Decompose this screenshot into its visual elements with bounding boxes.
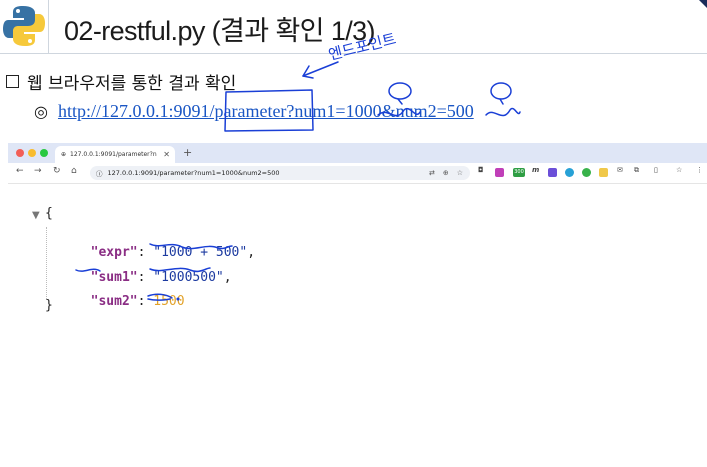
translate-icon[interactable]: ⇄ (429, 169, 435, 177)
home-icon[interactable]: ⌂ (71, 166, 77, 176)
camera-extension-icon[interactable]: ◘ (478, 166, 484, 174)
globe-icon: ⊕ (61, 151, 67, 158)
ink-arrow-line (302, 61, 339, 77)
zoom-icon[interactable]: ⊕ (443, 169, 449, 177)
address-text: 127.0.0.1:9091/parameter?num1=1000&num2=… (107, 169, 280, 177)
bullet-item-2: ◎ http://127.0.0.1:9091/parameter?num1=1… (34, 101, 474, 122)
menu-icon[interactable]: ⋮ (696, 166, 703, 174)
extension-badge[interactable]: 300 (513, 168, 525, 177)
ink-arrow-head (302, 65, 314, 79)
slide-title: 02-restful.py (결과 확인 1/3) (64, 16, 376, 46)
bookmark-icon[interactable]: ☆ (676, 166, 682, 174)
pocket-extension-icon[interactable] (495, 168, 504, 177)
ink-circle-num2 (490, 82, 512, 100)
ink-scribble-num2 (485, 107, 521, 117)
reload-icon[interactable]: ↻ (53, 166, 61, 176)
close-tab-icon[interactable]: ✕ (163, 150, 170, 159)
browser-tab-bar: ⊕ 127.0.0.1:9091/parameter?n ✕ + (8, 143, 707, 163)
bullet-1-text: 웹 브라우저를 통한 결과 확인 (27, 74, 237, 94)
corner-decoration (699, 0, 707, 8)
bullet-item-1: 웹 브라우저를 통한 결과 확인 (6, 69, 236, 94)
extensions-icon[interactable]: ⧉ (634, 166, 639, 175)
globe-extension-icon[interactable] (565, 168, 574, 177)
green-extension-icon[interactable] (582, 168, 591, 177)
ink-circle-num1 (388, 82, 412, 100)
maximize-window-button[interactable] (40, 149, 48, 157)
json-open-brace: { (45, 206, 53, 221)
json-key-sum2: "sum2" (90, 294, 138, 309)
forward-icon[interactable]: → (34, 166, 42, 176)
sidebar-icon[interactable]: ▯ (654, 166, 658, 174)
browser-tab[interactable]: ⊕ 127.0.0.1:9091/parameter?n ✕ (55, 146, 175, 163)
collapse-arrow-icon[interactable]: ▼ (32, 210, 40, 221)
address-bar[interactable]: ⓘ 127.0.0.1:9091/parameter?num1=1000&num… (90, 166, 470, 180)
browser-toolbar: ← → ↻ ⌂ ⓘ 127.0.0.1:9091/parameter?num1=… (8, 163, 707, 184)
mail-extension-icon[interactable]: ✉ (617, 166, 623, 174)
back-icon[interactable]: ← (16, 166, 24, 176)
endpoint-link[interactable]: http://127.0.0.1:9091/parameter?num1=100… (58, 101, 474, 122)
square-bullet-icon (6, 75, 19, 88)
note-extension-icon[interactable] (599, 168, 608, 177)
json-row-sum2: "sum2": 1500 (90, 294, 185, 309)
bookmark-star-icon[interactable]: ☆ (457, 169, 463, 177)
close-window-button[interactable] (16, 149, 24, 157)
m-extension-icon[interactable]: m (532, 166, 539, 174)
json-value-sum2: 1500 (153, 294, 185, 309)
slide-header: 02-restful.py (결과 확인 1/3) (0, 0, 707, 54)
browser-window: ⊕ 127.0.0.1:9091/parameter?n ✕ + ← → ↻ ⌂… (8, 143, 707, 184)
puzzle-extension-icon[interactable] (548, 168, 557, 177)
python-logo-icon (3, 6, 45, 46)
tab-title: 127.0.0.1:9091/parameter?n (70, 151, 157, 158)
site-info-icon[interactable]: ⓘ (96, 168, 103, 178)
json-indent-guide (46, 227, 47, 299)
new-tab-icon[interactable]: + (183, 146, 192, 159)
json-close-brace: } (45, 298, 53, 313)
header-divider (48, 0, 49, 53)
double-circle-bullet-icon: ◎ (34, 102, 48, 121)
minimize-window-button[interactable] (28, 149, 36, 157)
